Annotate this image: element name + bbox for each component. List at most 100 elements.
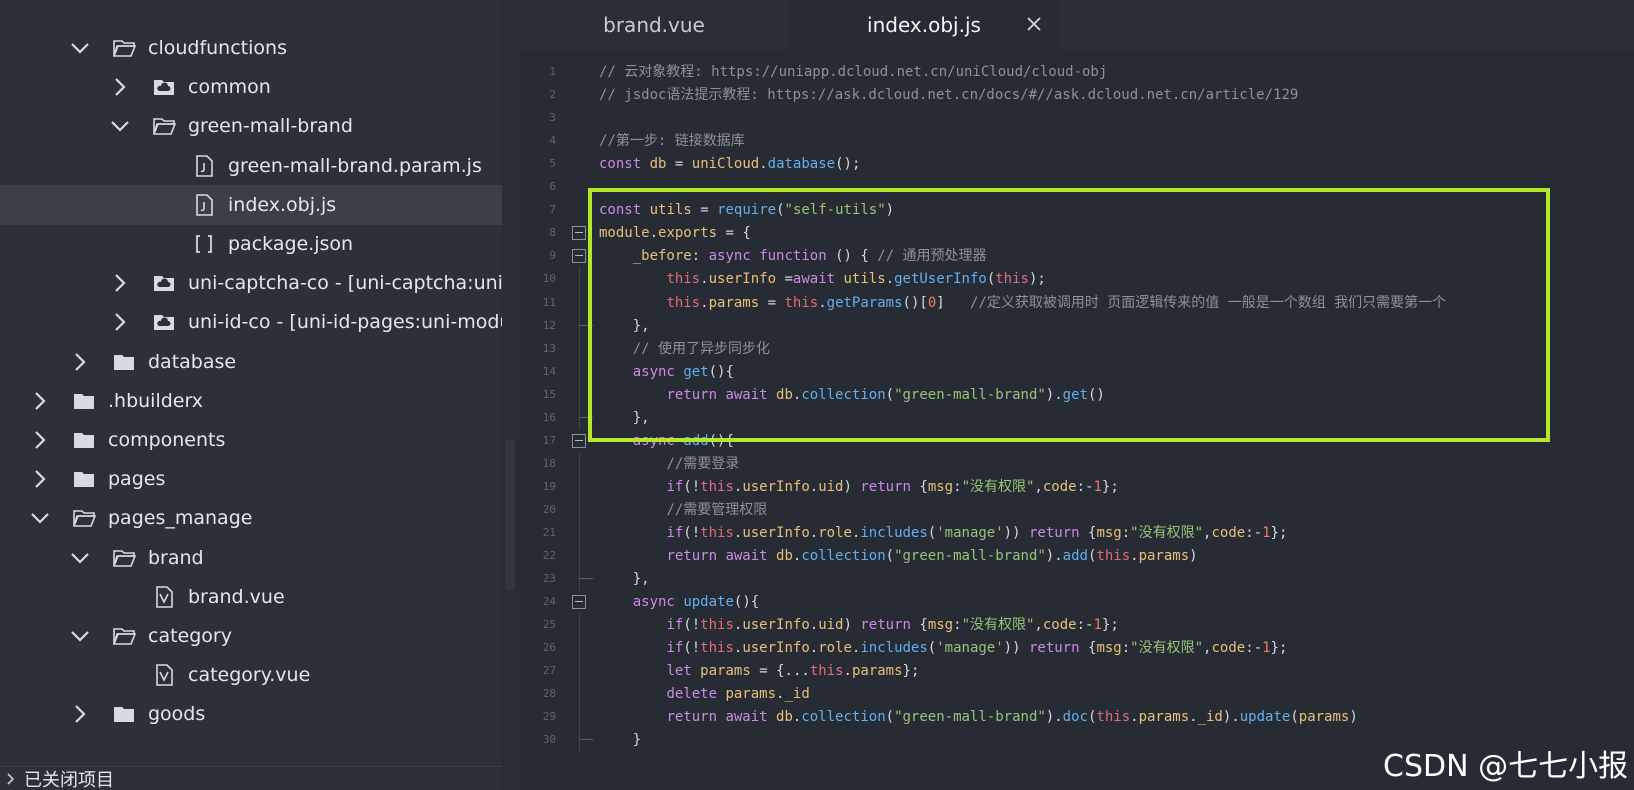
tree-item-category[interactable]: category [0, 616, 502, 656]
fold-toggle-icon[interactable] [572, 249, 586, 264]
line-number: 7 [549, 203, 556, 217]
code-line[interactable]: 23 }, [519, 567, 1634, 592]
tree-item-components[interactable]: components [0, 420, 502, 460]
chevron-right-icon[interactable] [28, 389, 52, 413]
code-line[interactable]: 26 if(!this.userInfo.role.includes('mana… [519, 636, 1634, 661]
chevron-down-icon[interactable] [108, 114, 132, 138]
chevron-down-icon[interactable] [68, 624, 92, 648]
code-line[interactable]: 27 let params = {...this.params}; [519, 659, 1634, 684]
chevron-right-icon[interactable] [68, 350, 92, 374]
chevron-down-icon[interactable] [68, 546, 92, 570]
tree-item-pages[interactable]: pages [0, 459, 502, 499]
tab-brand-vue[interactable]: brand.vue [519, 0, 789, 50]
explorer-scrollbar[interactable] [502, 0, 519, 790]
code-text: // 使用了异步同步化 [632, 340, 771, 357]
code-line[interactable]: 7 const utils = require("self-utils") [519, 198, 1634, 222]
js-file-icon [192, 154, 216, 178]
folder-open-icon [112, 546, 136, 570]
tree-item-label: goods [148, 703, 206, 726]
fold-toggle-icon[interactable] [572, 595, 586, 610]
tree-item-hbuilderx[interactable]: .hbuilderx [0, 381, 502, 421]
tree-item-brand[interactable]: brand [0, 538, 502, 578]
code-line[interactable]: 3 [519, 106, 1634, 130]
code-line[interactable]: 11 this.params = this.getParams()[0] //定… [519, 290, 1634, 315]
line-number: 25 [542, 618, 556, 632]
tree-item-goods[interactable]: goods [0, 694, 502, 734]
line-number: 6 [549, 180, 556, 194]
code-line[interactable]: 12 }, [519, 313, 1634, 338]
code-line[interactable]: 6 [519, 175, 1634, 199]
line-number: 20 [542, 502, 556, 516]
fold-guide [579, 267, 580, 292]
tree-item-uni-id-co-uni-id-pages-uni-module[interactable]: uni-id-co - [uni-id-pages:uni-module [0, 302, 502, 342]
tree-item-label: database [148, 350, 237, 373]
code-line[interactable]: 14 async get(){ [519, 359, 1634, 384]
tree-item-uni-captcha-co-uni-captcha-uni-mc[interactable]: uni-captcha-co - [uni-captcha:uni-mc [0, 263, 502, 303]
line-number: 14 [542, 364, 556, 378]
tree-item-category-vue[interactable]: category.vue [0, 655, 502, 695]
fold-end-marker [579, 416, 593, 418]
code-line[interactable]: 15 return await db.collection("green-mal… [519, 382, 1634, 407]
tree-item-brand-vue[interactable]: brand.vue [0, 577, 502, 617]
code-line[interactable]: 10 this.userInfo =await utils.getUserInf… [519, 267, 1634, 292]
tab-index-obj-js[interactable]: index.obj.js [789, 0, 1059, 50]
code-line[interactable]: 2 // jsdoc语法提示教程: https://ask.dcloud.net.… [519, 83, 1634, 107]
tree-item-database[interactable]: database [0, 342, 502, 382]
code-text: async add(){ [632, 432, 734, 449]
fold-guide [579, 382, 580, 407]
tree-item-pages-manage[interactable]: pages_manage [0, 498, 502, 538]
chevron-right-icon[interactable] [28, 428, 52, 452]
code-line[interactable]: 4 //第一步: 链接数据库 [519, 129, 1634, 153]
chevron-right-icon[interactable] [108, 75, 132, 99]
code-text: // 云对象教程: https://uniapp.dcloud.net.cn/u… [599, 64, 1108, 80]
code-line[interactable]: 9 _before: async function () { // 通用预处理器 [519, 244, 1634, 268]
line-number: 12 [542, 318, 556, 332]
folder-icon [112, 702, 136, 726]
chevron-right-icon[interactable] [108, 310, 132, 334]
code-text: _before: async function () { // 通用预处理器 [632, 248, 987, 265]
code-line[interactable]: 20 //需要管理权限 [519, 497, 1634, 522]
explorer-scrollbar-thumb[interactable] [505, 440, 515, 590]
tree-item-common[interactable]: common [0, 67, 502, 107]
code-text: delete params._id [666, 686, 810, 703]
code-text: }, [632, 409, 650, 426]
code-area[interactable]: 1 // 云对象教程: https://uniapp.dcloud.net.cn/… [519, 58, 1634, 790]
chevron-right-icon[interactable] [68, 702, 92, 726]
line-number: 2 [549, 88, 556, 102]
code-line[interactable]: 24 async update(){ [519, 590, 1634, 614]
close-icon[interactable] [1023, 13, 1045, 35]
tree-item-label: green-mall-brand.param.js [228, 154, 482, 177]
tree-item-package-json[interactable]: package.json [0, 224, 502, 264]
chevron-down-icon[interactable] [68, 36, 92, 60]
code-line[interactable]: 29 return await db.collection("green-mal… [519, 705, 1634, 730]
folder-open-icon [112, 36, 136, 60]
code-line[interactable]: 16 }, [519, 405, 1634, 430]
code-line[interactable]: 8 module.exports = { [519, 221, 1634, 245]
fold-toggle-icon[interactable] [572, 433, 586, 448]
chevron-right-icon[interactable] [108, 271, 132, 295]
folder-icon [72, 389, 96, 413]
code-line[interactable]: 17 async add(){ [519, 429, 1634, 453]
code-line[interactable]: 28 delete params._id [519, 682, 1634, 707]
code-line[interactable]: 22 return await db.collection("green-mal… [519, 544, 1634, 569]
code-text: //第一步: 链接数据库 [599, 133, 745, 150]
tree-item-label: green-mall-brand [188, 115, 353, 138]
code-text: async update(){ [632, 594, 760, 611]
json-file-icon [192, 232, 216, 256]
tree-item-green-mall-brand-param-js[interactable]: green-mall-brand.param.js [0, 146, 502, 186]
tree-item-cloudfunctions[interactable]: cloudfunctions [0, 28, 502, 68]
code-line[interactable]: 1 // 云对象教程: https://uniapp.dcloud.net.cn/… [519, 60, 1634, 84]
closed-projects-section[interactable]: 已关闭项目 [0, 766, 502, 790]
code-line[interactable]: 21 if(!this.userInfo.role.includes('mana… [519, 521, 1634, 545]
tree-item-index-obj-js[interactable]: index.obj.js [0, 184, 502, 225]
fold-toggle-icon[interactable] [572, 226, 586, 241]
code-line[interactable]: 25 if(!this.userInfo.uid) return {msg:"没… [519, 613, 1634, 638]
chevron-right-icon[interactable] [28, 467, 52, 491]
code-line[interactable]: 19 if(!this.userInfo.uid) return {msg:"没… [519, 474, 1634, 499]
tree-item-label: category [148, 625, 232, 647]
code-line[interactable]: 18 //需要登录 [519, 451, 1634, 476]
tree-item-green-mall-brand[interactable]: green-mall-brand [0, 106, 502, 146]
code-line[interactable]: 13 // 使用了异步同步化 [519, 336, 1634, 361]
code-line[interactable]: 5 const db = uniCloud.database(); [519, 152, 1634, 176]
chevron-down-icon[interactable] [28, 506, 52, 530]
